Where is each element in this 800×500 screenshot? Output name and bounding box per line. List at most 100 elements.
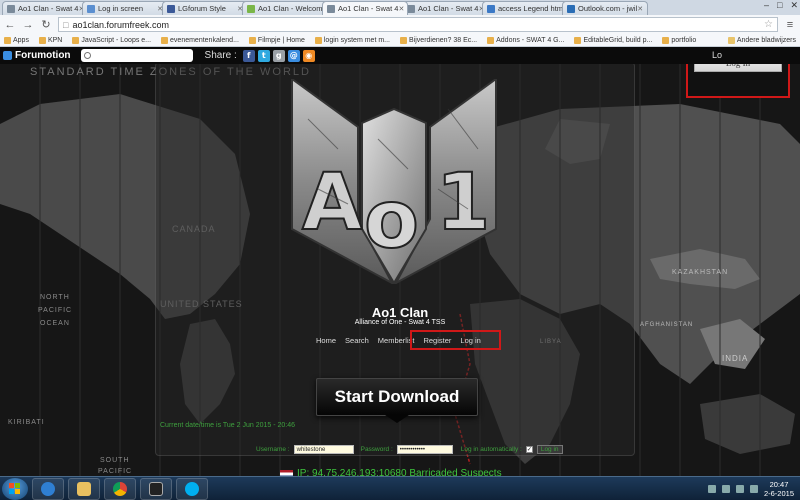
star-icon[interactable]: ☆ bbox=[764, 19, 773, 30]
browser-tab[interactable]: Ao1 Clan - Swat 4✕ bbox=[322, 1, 408, 15]
tab-title: Ao1 Clan - Swat 4 bbox=[418, 4, 479, 13]
minimize-icon[interactable]: – bbox=[764, 0, 769, 11]
maximize-icon[interactable]: □ bbox=[777, 0, 782, 11]
tab-close-icon[interactable]: ✕ bbox=[398, 5, 404, 13]
twitter-icon[interactable]: t bbox=[257, 49, 270, 62]
browser-tab[interactable]: Log in screen ✕ bbox=[82, 1, 168, 15]
browser-tab[interactable]: Outlook.com - jwil ✕ bbox=[562, 1, 648, 15]
search-icon bbox=[83, 52, 91, 59]
clock[interactable]: 20:47 2-6-2015 bbox=[764, 480, 794, 498]
bookmark-label: evenementenkalend... bbox=[170, 36, 239, 44]
tab-title: Ao1 Clan - Welcom bbox=[258, 4, 323, 13]
other-bookmarks-label: Andere bladwijzers bbox=[736, 36, 796, 44]
toolbar-search-input[interactable] bbox=[80, 49, 193, 62]
back-icon[interactable]: ← bbox=[4, 19, 16, 31]
bookmark-item[interactable]: Bijverdienen? 38 Ec... bbox=[400, 36, 478, 44]
taskbar-explorer[interactable] bbox=[68, 477, 100, 500]
reload-icon[interactable]: ↻ bbox=[40, 18, 52, 31]
tab-title: access Legend htm bbox=[498, 4, 564, 13]
bookmark-item[interactable]: evenementenkalend... bbox=[161, 36, 239, 44]
svg-text:A: A bbox=[302, 158, 362, 248]
email-icon[interactable]: @ bbox=[287, 49, 300, 62]
browser-tab[interactable]: Ao1 Clan - Swat 4✕ bbox=[402, 1, 488, 15]
facebook-icon[interactable]: f bbox=[242, 49, 255, 62]
nav-memberlist[interactable]: Memberlist bbox=[378, 336, 415, 345]
nav-search[interactable]: Search bbox=[345, 336, 369, 345]
browser-tab[interactable]: Ao1 Clan - Swat 4✕ bbox=[2, 1, 88, 15]
clock-time: 20:47 bbox=[769, 479, 789, 489]
map-label-india: INDIA bbox=[722, 354, 749, 363]
bookmark-icon bbox=[314, 36, 322, 44]
browser-tab[interactable]: access Legend htm✕ bbox=[482, 1, 568, 15]
bookmark-item[interactable]: Apps bbox=[4, 36, 29, 44]
rss-icon[interactable]: ◉ bbox=[302, 49, 315, 62]
bookmark-label: KPN bbox=[47, 36, 63, 44]
bookmark-item[interactable]: KPN bbox=[38, 36, 63, 44]
quick-login-button[interactable]: Log in bbox=[536, 445, 563, 454]
windows-taskbar: 20:47 2-6-2015 bbox=[0, 476, 800, 500]
brand-label: Forumotion bbox=[15, 50, 71, 61]
bookmark-label: Filmpje | Home bbox=[257, 36, 305, 44]
forumotion-brand[interactable]: Forumotion bbox=[3, 50, 71, 61]
tab-bar: Ao1 Clan - Swat 4✕Log in screen✕LGforum … bbox=[0, 0, 800, 15]
taskbar-skype[interactable] bbox=[176, 477, 208, 500]
browser-tab[interactable]: Ao1 Clan - Welcom✕ bbox=[242, 1, 328, 15]
bookmark-icon bbox=[487, 36, 495, 44]
google-icon[interactable]: g bbox=[272, 49, 285, 62]
tab-favicon-icon bbox=[87, 4, 95, 13]
bookmarks-bar: Apps KPN JavaScript - Loops e... evenemente… bbox=[0, 34, 800, 47]
login-button[interactable]: Log In bbox=[694, 64, 782, 72]
taskbar-chrome[interactable] bbox=[104, 477, 136, 500]
skype-icon bbox=[185, 481, 199, 496]
server-info: IP: 94.75.246.193:10680 Barricaded Suspe… bbox=[280, 468, 502, 476]
browser-tab[interactable]: LGforum Style ✕ bbox=[162, 1, 248, 15]
network-icon[interactable] bbox=[735, 484, 744, 493]
bookmark-icon bbox=[248, 36, 256, 44]
auto-login-checkbox[interactable]: ✓ bbox=[525, 446, 533, 453]
bookmark-icon bbox=[4, 36, 11, 44]
tab-favicon-icon bbox=[247, 4, 255, 13]
tab-close-icon[interactable]: ✕ bbox=[637, 5, 643, 13]
tab-favicon-icon bbox=[7, 4, 15, 13]
other-bookmarks[interactable]: Andere bladwijzers bbox=[727, 36, 796, 44]
password-field[interactable]: •••••••••••• bbox=[396, 445, 453, 454]
flag-icon[interactable] bbox=[721, 484, 730, 493]
tab-title: LGforum Style bbox=[178, 4, 226, 13]
quick-login-form: Username : whitestone Password : •••••••… bbox=[256, 445, 563, 454]
bookmark-item[interactable]: EditableGrid, build p... bbox=[574, 36, 653, 44]
site-title: Ao1 Clan bbox=[371, 305, 429, 320]
nav-home[interactable]: Home bbox=[316, 336, 336, 345]
current-date: Current date/time is Tue 2 Jun 2015 - 20… bbox=[160, 422, 296, 429]
address-bar: ← → ↻ □ ao1clan.forumfreek.com ☆ ≡ bbox=[0, 15, 800, 34]
bookmark-label: EditableGrid, build p... bbox=[583, 36, 653, 44]
volume-icon[interactable] bbox=[749, 484, 758, 493]
close-icon[interactable]: ✕ bbox=[790, 0, 798, 11]
page-icon: □ bbox=[63, 19, 69, 30]
menu-icon[interactable]: ≡ bbox=[784, 19, 796, 31]
bookmark-item[interactable]: Filmpje | Home bbox=[248, 36, 305, 44]
start-button[interactable] bbox=[2, 477, 28, 500]
forward-icon[interactable]: → bbox=[22, 19, 34, 31]
auto-login-label: Log in automatically : bbox=[460, 446, 522, 453]
bookmark-item[interactable]: JavaScript - Loops e... bbox=[72, 36, 151, 44]
taskbar-ie[interactable] bbox=[32, 477, 64, 500]
username-field[interactable]: whitestone bbox=[293, 445, 354, 454]
share-label: Share : bbox=[204, 50, 237, 61]
bookmark-item[interactable]: portfolio bbox=[662, 36, 696, 44]
bookmark-label: Bijverdienen? 38 Ec... bbox=[409, 36, 478, 44]
url-input[interactable]: □ ao1clan.forumfreek.com ☆ bbox=[58, 17, 778, 32]
forumotion-logo-icon bbox=[3, 51, 12, 60]
svg-text:o: o bbox=[364, 173, 419, 266]
bookmark-label: Addons - SWAT 4 G... bbox=[496, 36, 565, 44]
bookmark-item[interactable]: Addons - SWAT 4 G... bbox=[487, 36, 565, 44]
start-download-button[interactable]: Start Download bbox=[316, 378, 478, 423]
tray-arrow-icon[interactable] bbox=[707, 484, 716, 493]
map-label-kiribati: KIRIBATI bbox=[8, 419, 45, 426]
taskbar-terminal[interactable] bbox=[140, 477, 172, 500]
forumotion-toolbar: Forumotion Share : f t g @ ◉ Lo bbox=[0, 47, 800, 64]
ao1-logo: A o 1 bbox=[291, 79, 497, 284]
toolbar-login-link[interactable]: Lo bbox=[712, 50, 722, 60]
tab-title: Ao1 Clan - Swat 4 bbox=[338, 4, 399, 13]
bookmark-item[interactable]: login system met m... bbox=[314, 36, 390, 44]
bookmark-label: Apps bbox=[13, 36, 29, 44]
